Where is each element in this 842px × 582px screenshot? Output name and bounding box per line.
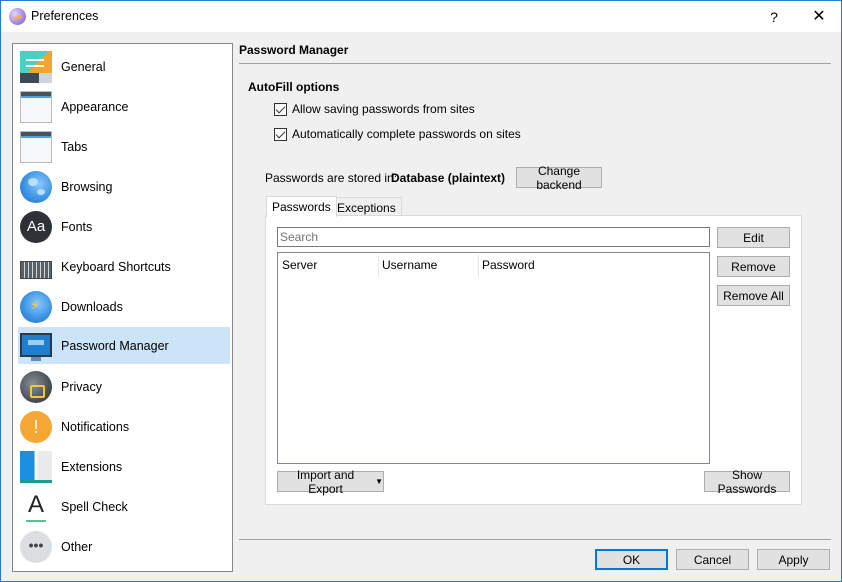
- autocomplete-checkbox[interactable]: [274, 127, 287, 141]
- allow-saving-checkbox[interactable]: [274, 102, 287, 116]
- page-title: Password Manager: [239, 43, 349, 57]
- sidebar-item-browsing[interactable]: Browsing: [18, 168, 230, 205]
- preferences-window: Preferences ? ✕ General Appearance Tabs …: [0, 0, 842, 582]
- sidebar-item-label: Privacy: [61, 379, 102, 394]
- passwords-table[interactable]: Server Username Password: [277, 252, 710, 464]
- keyboard-icon: [20, 261, 52, 279]
- sidebar-item-label: Fonts: [61, 219, 93, 234]
- tabs-icon: [20, 130, 52, 163]
- help-button[interactable]: ?: [757, 4, 791, 30]
- remove-all-button[interactable]: Remove All: [717, 285, 790, 306]
- search-input[interactable]: [277, 227, 710, 247]
- remove-button[interactable]: Remove: [717, 256, 790, 277]
- category-list[interactable]: General Appearance Tabs Browsing Aa Font…: [12, 43, 233, 572]
- general-icon: [20, 50, 52, 83]
- storage-label: Passwords are stored in:: [265, 171, 398, 185]
- extensions-icon: [20, 450, 52, 483]
- globe-icon: [20, 170, 52, 203]
- sidebar-item-privacy[interactable]: Privacy: [18, 368, 230, 405]
- sidebar-item-spell-check[interactable]: A Spell Check: [18, 488, 230, 525]
- dropdown-arrow-icon: ▼: [375, 477, 383, 486]
- autocomplete-label: Automatically complete passwords on site…: [292, 127, 521, 141]
- sidebar-item-label: Extensions: [61, 459, 123, 474]
- sidebar-item-fonts[interactable]: Aa Fonts: [18, 208, 230, 245]
- sidebar-item-extensions[interactable]: Extensions: [18, 448, 230, 485]
- allow-saving-label: Allow saving passwords from sites: [292, 102, 475, 116]
- storage-backend-value: Database (plaintext): [391, 171, 506, 185]
- alert-icon: !: [20, 410, 52, 443]
- allow-saving-checkbox-row[interactable]: Allow saving passwords from sites: [274, 102, 475, 116]
- edit-button[interactable]: Edit: [717, 227, 790, 248]
- sidebar-item-appearance[interactable]: Appearance: [18, 88, 230, 125]
- sidebar-item-general[interactable]: General: [18, 48, 230, 85]
- sidebar-item-label: Spell Check: [61, 499, 128, 514]
- change-backend-button[interactable]: Change backend: [516, 164, 602, 192]
- autocomplete-checkbox-row[interactable]: Automatically complete passwords on site…: [274, 127, 521, 141]
- close-button[interactable]: ✕: [797, 4, 841, 30]
- column-divider[interactable]: [478, 255, 479, 277]
- more-icon: •••: [20, 530, 52, 563]
- sidebar-item-label: Downloads: [61, 299, 123, 314]
- column-header-server[interactable]: Server: [282, 258, 317, 272]
- sidebar-item-tabs[interactable]: Tabs: [18, 128, 230, 165]
- sidebar-item-label: Notifications: [61, 419, 130, 434]
- fonts-icon: Aa: [20, 210, 52, 243]
- sidebar-item-keyboard-shortcuts[interactable]: Keyboard Shortcuts: [18, 248, 230, 285]
- sidebar-item-label: Appearance: [61, 99, 129, 114]
- show-passwords-button[interactable]: Show Passwords: [704, 468, 790, 496]
- sidebar-item-label: Keyboard Shortcuts: [61, 259, 171, 274]
- cancel-button[interactable]: Cancel: [676, 549, 749, 570]
- title-divider: [239, 63, 831, 64]
- sidebar-item-notifications[interactable]: ! Notifications: [18, 408, 230, 445]
- appearance-icon: [20, 90, 52, 123]
- monitor-icon: [20, 332, 52, 361]
- footer-divider: [239, 539, 831, 540]
- ok-button[interactable]: OK: [595, 549, 668, 570]
- sidebar-item-label: General: [61, 59, 106, 74]
- spellcheck-icon: A: [20, 491, 52, 523]
- sidebar-item-password-manager[interactable]: Password Manager: [18, 327, 230, 364]
- import-export-label: Import and Export: [296, 467, 355, 496]
- app-logo-icon: [9, 8, 26, 25]
- sidebar-item-downloads[interactable]: Downloads: [18, 288, 230, 325]
- sidebar-item-label: Tabs: [61, 139, 88, 154]
- column-header-password[interactable]: Password: [482, 258, 535, 272]
- tab-exceptions[interactable]: Exceptions: [331, 197, 402, 216]
- apply-button[interactable]: Apply: [757, 549, 830, 570]
- title-bar: Preferences ? ✕: [1, 1, 841, 32]
- column-header-username[interactable]: Username: [382, 258, 437, 272]
- import-export-button[interactable]: Import and Export ▼: [277, 468, 384, 496]
- sidebar-item-label: Other: [61, 539, 93, 554]
- window-title: Preferences: [31, 9, 99, 23]
- sidebar-item-other[interactable]: ••• Other: [18, 528, 230, 565]
- column-divider[interactable]: [378, 255, 379, 277]
- tab-passwords[interactable]: Passwords: [266, 196, 337, 217]
- autofill-heading: AutoFill options: [248, 80, 340, 94]
- sidebar-item-label: Browsing: [61, 179, 113, 194]
- lock-icon: [20, 370, 52, 403]
- downloads-icon: [20, 290, 52, 323]
- sidebar-item-label: Password Manager: [61, 338, 169, 353]
